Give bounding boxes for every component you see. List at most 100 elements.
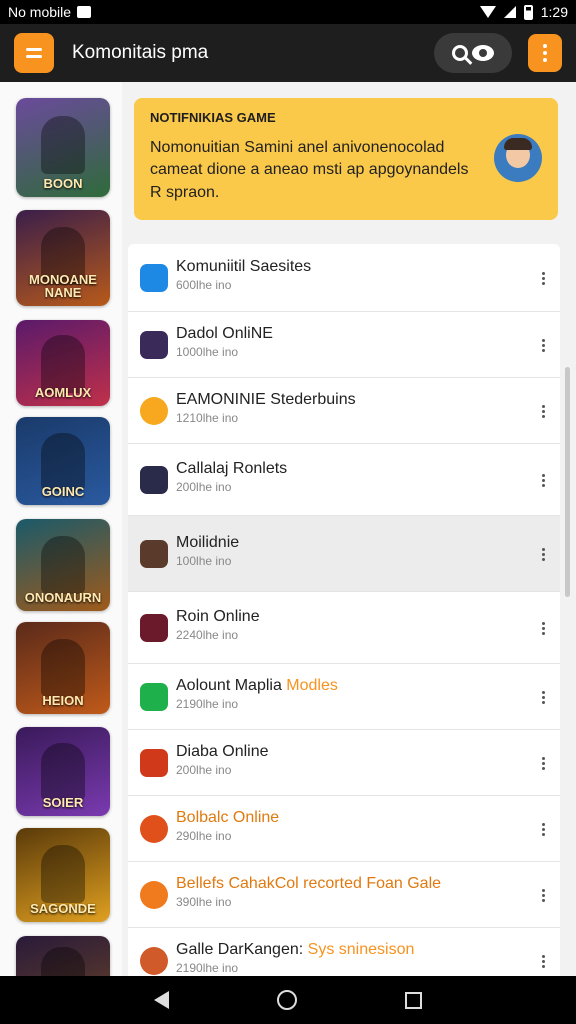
dot [542,627,545,630]
game-icon [140,815,168,843]
game-title: Roin Online [176,608,520,626]
game-tile-label: HEION [42,693,84,709]
game-title: Diaba Online [176,743,520,761]
status-icons: 1:29 [479,4,568,20]
game-tile[interactable]: BOON [16,98,110,197]
kebab-menu-icon[interactable] [542,339,546,352]
game-title: Moilidnie [176,534,520,552]
game-title-text: Komuniitil Saesites [176,258,312,275]
dot [542,405,545,408]
game-tile[interactable]: SAGONDE [16,828,110,922]
clock: 1:29 [540,4,568,20]
game-subtitle: 600lhe ino [176,278,232,292]
kebab-menu-icon[interactable] [542,548,546,561]
eye-icon [472,45,494,61]
game-subtitle: 1000lhe ino [176,345,239,359]
list-item[interactable]: EAMONINIE Stederbuins 1210lhe ino [128,378,560,444]
kebab-menu-icon[interactable] [542,823,546,836]
game-tile[interactable]: ONONAURN [16,519,110,611]
game-tile[interactable]: AOMLUX [16,320,110,406]
dot [542,696,545,699]
list-item-text: Diaba Online 200lhe ino [176,743,520,777]
search-button[interactable] [434,33,512,73]
game-subtitle: 1210lhe ino [176,411,239,425]
dot [542,701,545,704]
game-tile-label: SAGONDE [30,901,96,917]
game-icon [140,540,168,568]
game-tile[interactable]: GOINC [16,417,110,505]
kebab-menu-icon[interactable] [542,405,546,418]
more-options-button[interactable] [528,34,562,72]
game-title: Bellefs CahakCol recorted Foan Gale [176,875,520,893]
dot [542,339,545,342]
game-title-accent: Sys sninesison [307,941,415,958]
scrollbar[interactable] [565,367,570,597]
list-item[interactable]: Moilidnie 100lhe ino [128,516,560,592]
game-title: Komuniitil Saesites [176,258,520,276]
kebab-menu-icon[interactable] [542,474,546,487]
game-subtitle: 2190lhe ino [176,961,239,975]
list-item[interactable]: Roin Online 2240lhe ino [128,592,560,664]
list-item[interactable]: Komuniitil Saesites 600lhe ino [128,244,560,312]
menu-icon-line [26,55,42,58]
dot [542,484,545,487]
carrier-label: No mobile [8,4,72,20]
dot [542,558,545,561]
list-item[interactable]: Callalaj Ronlets 200lhe ino [128,444,560,516]
game-subtitle: 390lhe ino [176,895,232,909]
game-tile[interactable]: SOIER [16,727,110,816]
kebab-menu-icon[interactable] [542,889,546,902]
avatar-hair [504,138,532,150]
game-title-text: Galle DarKangen: [176,941,308,958]
game-character-art [41,115,85,174]
list-item[interactable]: Galle DarKangen: Sys sninesison 2190lhe i… [128,928,560,976]
kebab-menu-icon[interactable] [542,955,546,968]
notification-banner[interactable]: NOTIFNIKIAS GAME Nomonuitian Samini anel… [134,98,558,220]
kebab-menu-icon[interactable] [542,622,546,635]
list-item[interactable]: Bolbalc Online 290lhe ino [128,796,560,862]
recent-apps-icon[interactable] [405,991,422,1009]
list-item[interactable]: Dadol OnliNE 1000lhe ino [128,312,560,378]
dot [542,277,545,280]
list-item[interactable]: Diaba Online 200lhe ino [128,730,560,796]
list-item-text: Roin Online 2240lhe ino [176,608,520,642]
game-icon [140,264,168,292]
game-icon [140,331,168,359]
list-item[interactable]: Aolount Maplia Modles 2190lhe ino [128,664,560,730]
game-character-art [41,638,85,697]
game-title-text: Bellefs CahakCol recorted Foan Gale [176,875,442,892]
list-item[interactable]: Bellefs CahakCol recorted Foan Gale 390lh… [128,862,560,928]
menu-button[interactable] [14,33,54,73]
kebab-menu-icon[interactable] [542,757,546,770]
game-title-text: Diaba Online [176,743,269,760]
game-sidebar[interactable]: BOON MONOANE NANE AOMLUX GOINC ONONAURN HEION… [0,82,122,976]
back-icon[interactable] [154,991,169,1009]
home-icon[interactable] [277,990,297,1010]
game-subtitle: 200lhe ino [176,480,232,494]
game-character-art [41,946,85,976]
game-tile[interactable] [16,936,110,976]
list-item-text: Aolount Maplia Modles 2190lhe ino [176,677,520,711]
dot [542,757,545,760]
list-item-text: Galle DarKangen: Sys sninesison 2190lhe i… [176,941,520,975]
dot [542,828,545,831]
kebab-menu-icon[interactable] [542,691,546,704]
app-bar: Komonitais pma [0,24,576,82]
dot [542,960,545,963]
banner-title: NOTIFNIKIAS GAME [150,110,276,125]
game-tile-label: SOIER [42,795,84,811]
search-icon [452,45,468,61]
dot [542,965,545,968]
game-subtitle: 100lhe ino [176,554,232,568]
game-icon [140,683,168,711]
kebab-menu-icon[interactable] [542,272,546,285]
dot [542,344,545,347]
dot [542,767,545,770]
game-tile-label: MONOANE NANE [29,271,97,301]
game-tile-label: GOINC [41,484,85,500]
game-icon [140,881,168,909]
game-tile[interactable]: HEION [16,622,110,714]
game-title-text: Roin Online [176,608,260,625]
signal-icon [503,6,516,18]
game-tile[interactable]: MONOANE NANE [16,210,110,306]
